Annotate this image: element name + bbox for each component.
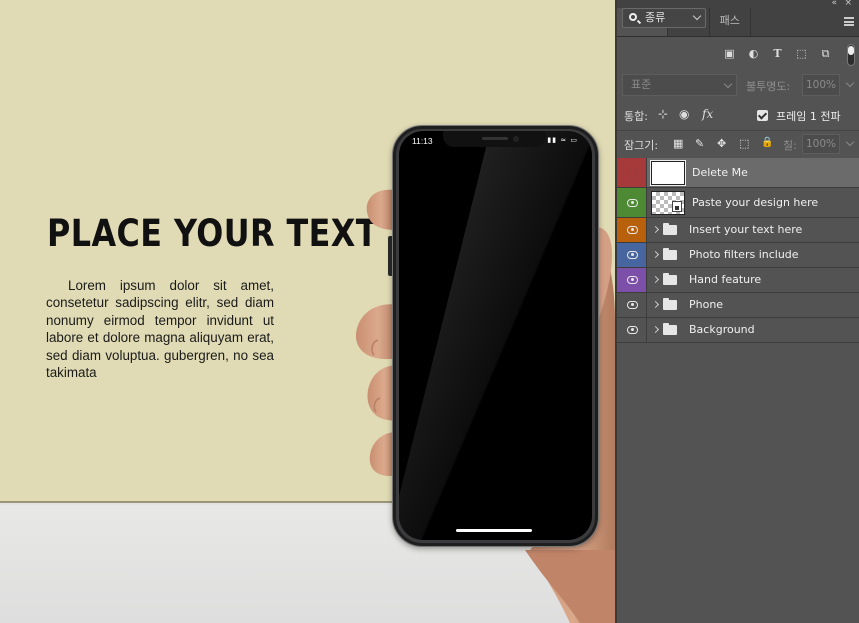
collapse-icon[interactable]: « — [831, 0, 837, 8]
hidden-visibility-icon — [627, 167, 637, 178]
image-filter-icon[interactable]: ▣ — [723, 47, 736, 60]
opacity-dropdown[interactable] — [842, 74, 856, 96]
lock-transparent-pixels-icon[interactable]: ▦ — [673, 137, 683, 150]
smart-object-icon — [672, 201, 682, 212]
eye-icon — [627, 326, 638, 334]
chevron-down-icon — [723, 79, 733, 89]
layer-thumbnail — [650, 160, 686, 186]
visibility-toggle[interactable] — [617, 318, 647, 342]
opacity-label: 불투명도: — [746, 80, 791, 93]
folder-icon — [663, 223, 677, 235]
document-canvas[interactable]: PLACE YOUR TEXT Lorem ipsum dolor sit am… — [0, 0, 615, 623]
layer-filter-select[interactable]: 종류 — [622, 8, 706, 28]
visibility-toggle[interactable] — [617, 293, 647, 317]
layer-filter-value: 종류 — [645, 11, 666, 24]
eye-icon — [627, 251, 638, 259]
layer-row-insert-your-text[interactable]: Insert your text here — [617, 218, 859, 243]
status-icons: ▮▮ ≈ ▭ — [547, 136, 578, 144]
folder-icon — [663, 298, 677, 310]
unify-style-icon[interactable]: fx — [702, 107, 713, 121]
folder-icon — [663, 273, 677, 285]
layer-thumbnail — [651, 191, 685, 215]
chevron-down-icon — [845, 137, 855, 147]
search-icon — [629, 13, 637, 21]
propagate-frame-checkbox[interactable] — [757, 110, 768, 121]
layer-row-background[interactable]: Background — [617, 318, 859, 343]
visibility-toggle[interactable] — [617, 158, 647, 187]
folder-icon — [663, 248, 677, 260]
headline-text: PLACE YOUR TEXT — [47, 212, 378, 255]
layer-row-phone[interactable]: Phone — [617, 293, 859, 318]
visibility-toggle[interactable] — [617, 218, 647, 242]
phone-screen: 11:13 ▮▮ ≈ ▭ — [399, 131, 592, 540]
lock-label: 잠그기: — [624, 139, 659, 152]
eye-icon — [627, 301, 638, 309]
status-time: 11:13 — [412, 136, 433, 146]
unify-row: 통합: ⊹ ◉ fx 프레임 1 전파 — [617, 101, 859, 129]
opacity-input[interactable]: 100% — [802, 74, 840, 96]
camera-icon — [513, 136, 519, 142]
fill-label: 칠: — [783, 139, 797, 152]
lock-image-pixels-icon[interactable]: ✎ — [695, 137, 704, 150]
eye-icon — [627, 198, 638, 207]
lock-row: 잠그기: ▦ ✎ ✥ ⬚ 🔒 칠: 100% — [617, 130, 859, 157]
layer-name: Insert your text here — [689, 223, 803, 236]
phone-notch — [443, 131, 546, 147]
layers-panel: « × 레이어 채널 패스 종류 ▣ ◐ T ⬚ ⧉ 표준 불투명도: 100%… — [615, 0, 859, 623]
lock-all-icon[interactable]: 🔒 — [761, 137, 773, 148]
blend-mode-select[interactable]: 표준 — [622, 74, 737, 96]
layer-name: Paste your design here — [692, 195, 819, 209]
speaker-grill — [482, 137, 508, 140]
home-indicator — [456, 529, 532, 532]
layer-name: Phone — [689, 298, 724, 311]
layer-name: Photo filters include — [689, 248, 799, 261]
fill-input[interactable]: 100% — [802, 134, 840, 154]
visibility-toggle[interactable] — [617, 188, 647, 217]
unify-label: 통합: — [624, 110, 648, 123]
type-filter-icon[interactable]: T — [771, 47, 784, 60]
panel-menu-icon[interactable] — [844, 17, 854, 26]
unify-position-icon[interactable]: ⊹ — [658, 107, 668, 121]
smart-object-filter-icon[interactable]: ⧉ — [819, 47, 832, 60]
lock-artboard-icon[interactable]: ⬚ — [739, 137, 749, 150]
screen-glare — [399, 131, 592, 540]
layer-name: Background — [689, 323, 755, 336]
layer-name: Hand feature — [689, 273, 762, 286]
expand-chevron-icon[interactable] — [651, 300, 660, 309]
expand-chevron-icon[interactable] — [651, 250, 660, 259]
layer-row-hand-feature[interactable]: Hand feature — [617, 268, 859, 293]
layer-row-delete-me[interactable]: Delete Me — [617, 158, 859, 188]
eye-icon — [627, 276, 638, 284]
expand-chevron-icon[interactable] — [651, 275, 660, 284]
visibility-toggle[interactable] — [617, 243, 647, 267]
layer-name: Delete Me — [692, 165, 748, 179]
expand-chevron-icon[interactable] — [651, 225, 660, 234]
body-text: Lorem ipsum dolor sit amet, consetetur s… — [46, 278, 274, 381]
chevron-down-icon — [692, 11, 702, 21]
layer-row-paste-your-design[interactable]: Paste your design here — [617, 188, 859, 218]
layers-list: Delete Me Paste your design here Insert … — [617, 158, 859, 343]
folder-icon — [663, 323, 677, 335]
tab-paths[interactable]: 패스 — [710, 8, 751, 36]
close-icon[interactable]: × — [844, 0, 852, 8]
lock-position-icon[interactable]: ✥ — [717, 137, 726, 150]
filter-toggle[interactable] — [847, 44, 855, 66]
adjustment-filter-icon[interactable]: ◐ — [747, 47, 760, 60]
expand-chevron-icon[interactable] — [651, 325, 660, 334]
unify-visibility-icon[interactable]: ◉ — [679, 107, 689, 121]
shape-filter-icon[interactable]: ⬚ — [795, 47, 808, 60]
visibility-toggle[interactable] — [617, 268, 647, 292]
layer-row-photo-filters[interactable]: Photo filters include — [617, 243, 859, 268]
fill-dropdown[interactable] — [842, 134, 856, 154]
chevron-down-icon — [845, 78, 855, 88]
eye-icon — [627, 226, 638, 234]
blend-mode-value: 표준 — [631, 78, 652, 91]
propagate-frame-label: 프레임 1 전파 — [776, 110, 841, 123]
